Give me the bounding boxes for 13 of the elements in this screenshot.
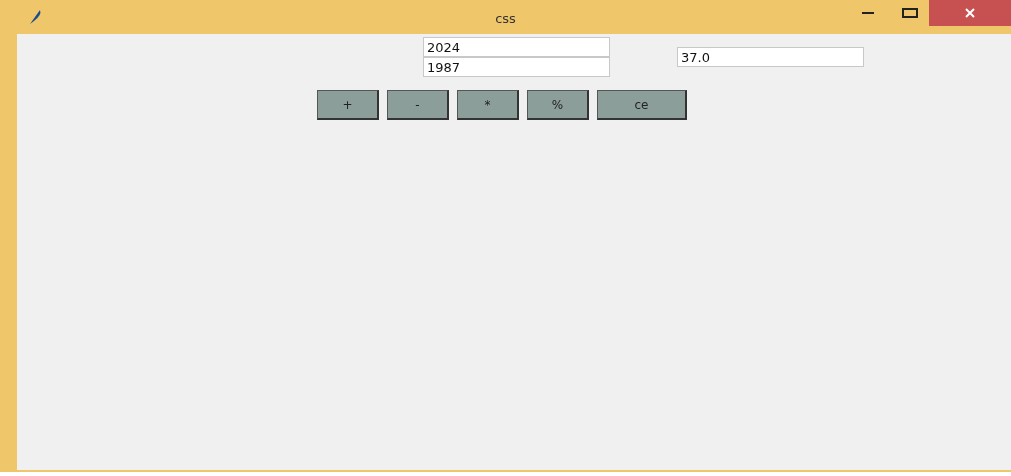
- operator-button[interactable]: -: [387, 90, 449, 120]
- number-field[interactable]: 2024: [423, 37, 610, 57]
- close-icon: [965, 8, 975, 18]
- operator-button[interactable]: %: [527, 90, 589, 120]
- operator-button[interactable]: ce: [597, 90, 687, 120]
- window-title: css: [495, 10, 516, 28]
- minimize-icon: [862, 11, 874, 15]
- number-field[interactable]: 1987: [423, 57, 610, 77]
- result-field[interactable]: 37.0: [677, 47, 864, 67]
- maximize-icon: [902, 8, 918, 18]
- feather-icon: [28, 9, 42, 25]
- operator-button[interactable]: +: [317, 90, 379, 120]
- operator-button[interactable]: *: [457, 90, 519, 120]
